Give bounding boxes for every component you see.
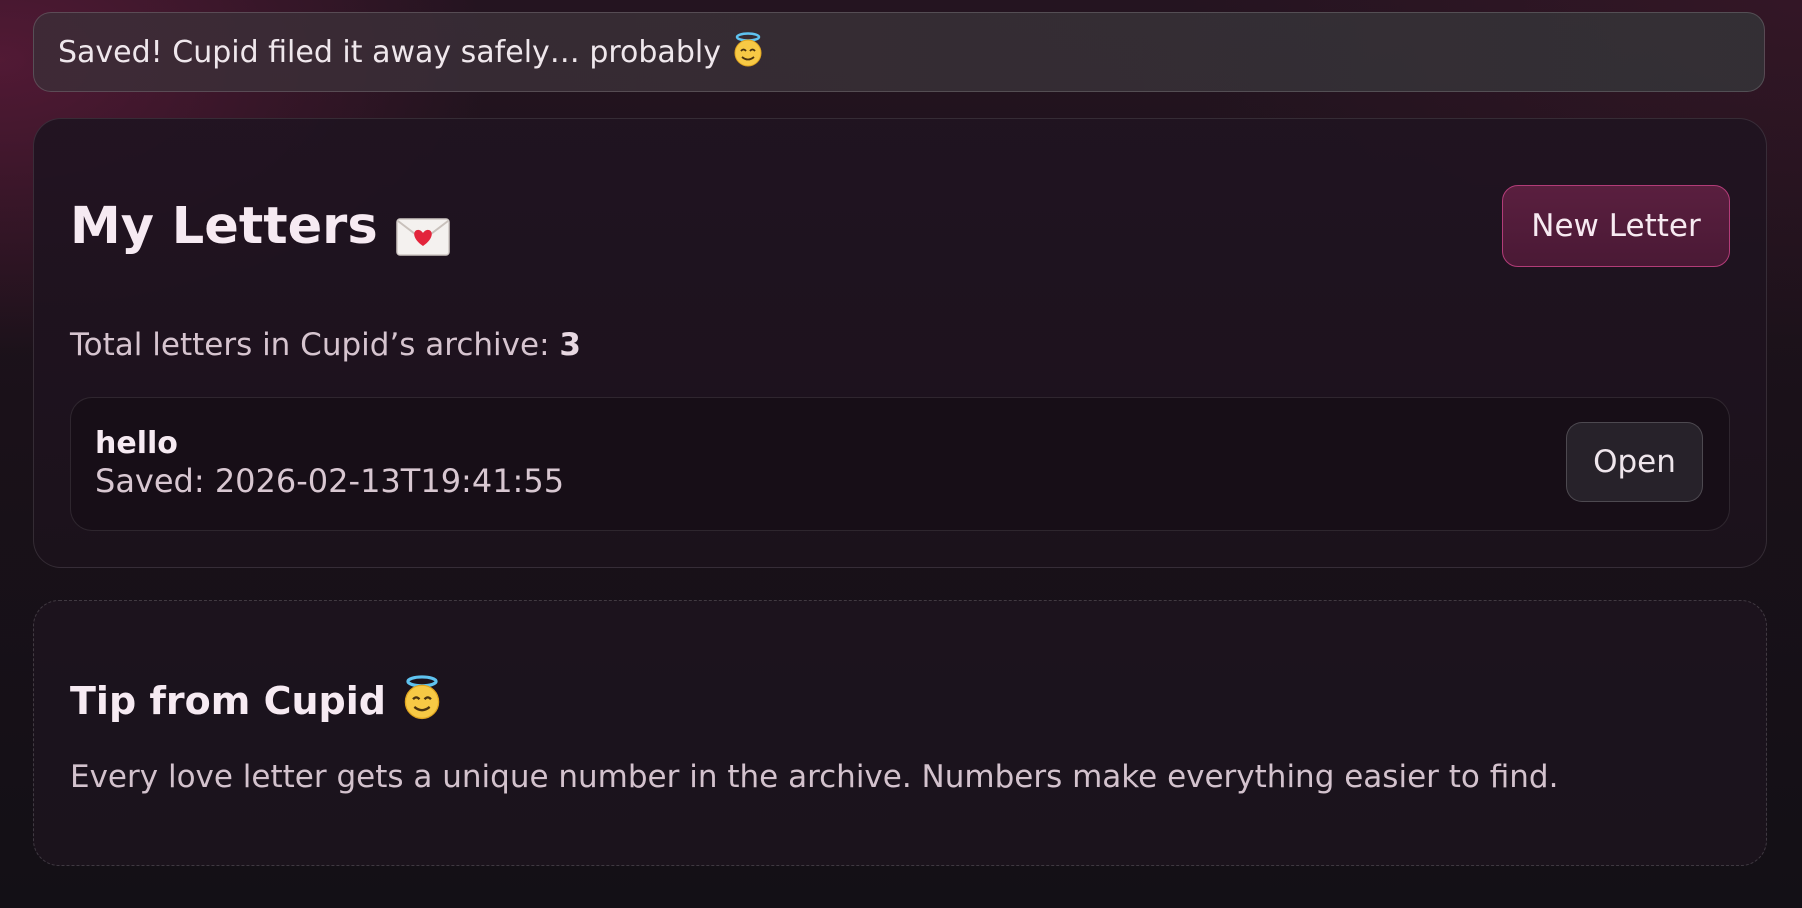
tip-text: Every love letter gets a unique number i… — [70, 759, 1559, 795]
toast-message: Saved! Cupid filed it away safely… proba… — [58, 34, 721, 70]
my-letters-card: My Letters New Letter Total letters in C… — [33, 118, 1767, 568]
tip-card: Tip from Cupid Every love letter gets a … — [33, 600, 1767, 866]
total-letters-text: Total letters in Cupid’s archive: 3 — [70, 327, 581, 363]
total-letters-label: Total letters in Cupid’s archive: — [70, 327, 550, 363]
letter-saved-date: Saved: 2026-02-13T19:41:55 — [95, 462, 565, 500]
page-title: My Letters — [70, 197, 450, 256]
smiling-face-with-halo-icon — [731, 32, 765, 76]
tip-title-text: Tip from Cupid — [70, 678, 386, 723]
tip-title: Tip from Cupid — [70, 673, 444, 728]
new-letter-button[interactable]: New Letter — [1502, 185, 1730, 267]
letter-title: hello — [95, 426, 178, 461]
save-toast: Saved! Cupid filed it away safely… proba… — [33, 12, 1765, 92]
letter-list-item: hello Saved: 2026-02-13T19:41:55 Open — [70, 397, 1730, 531]
open-letter-button[interactable]: Open — [1566, 422, 1703, 502]
page-title-text: My Letters — [70, 197, 378, 256]
smiling-face-with-halo-icon — [400, 675, 444, 730]
love-letter-envelope-icon — [395, 210, 450, 256]
total-letters-count: 3 — [559, 327, 581, 363]
